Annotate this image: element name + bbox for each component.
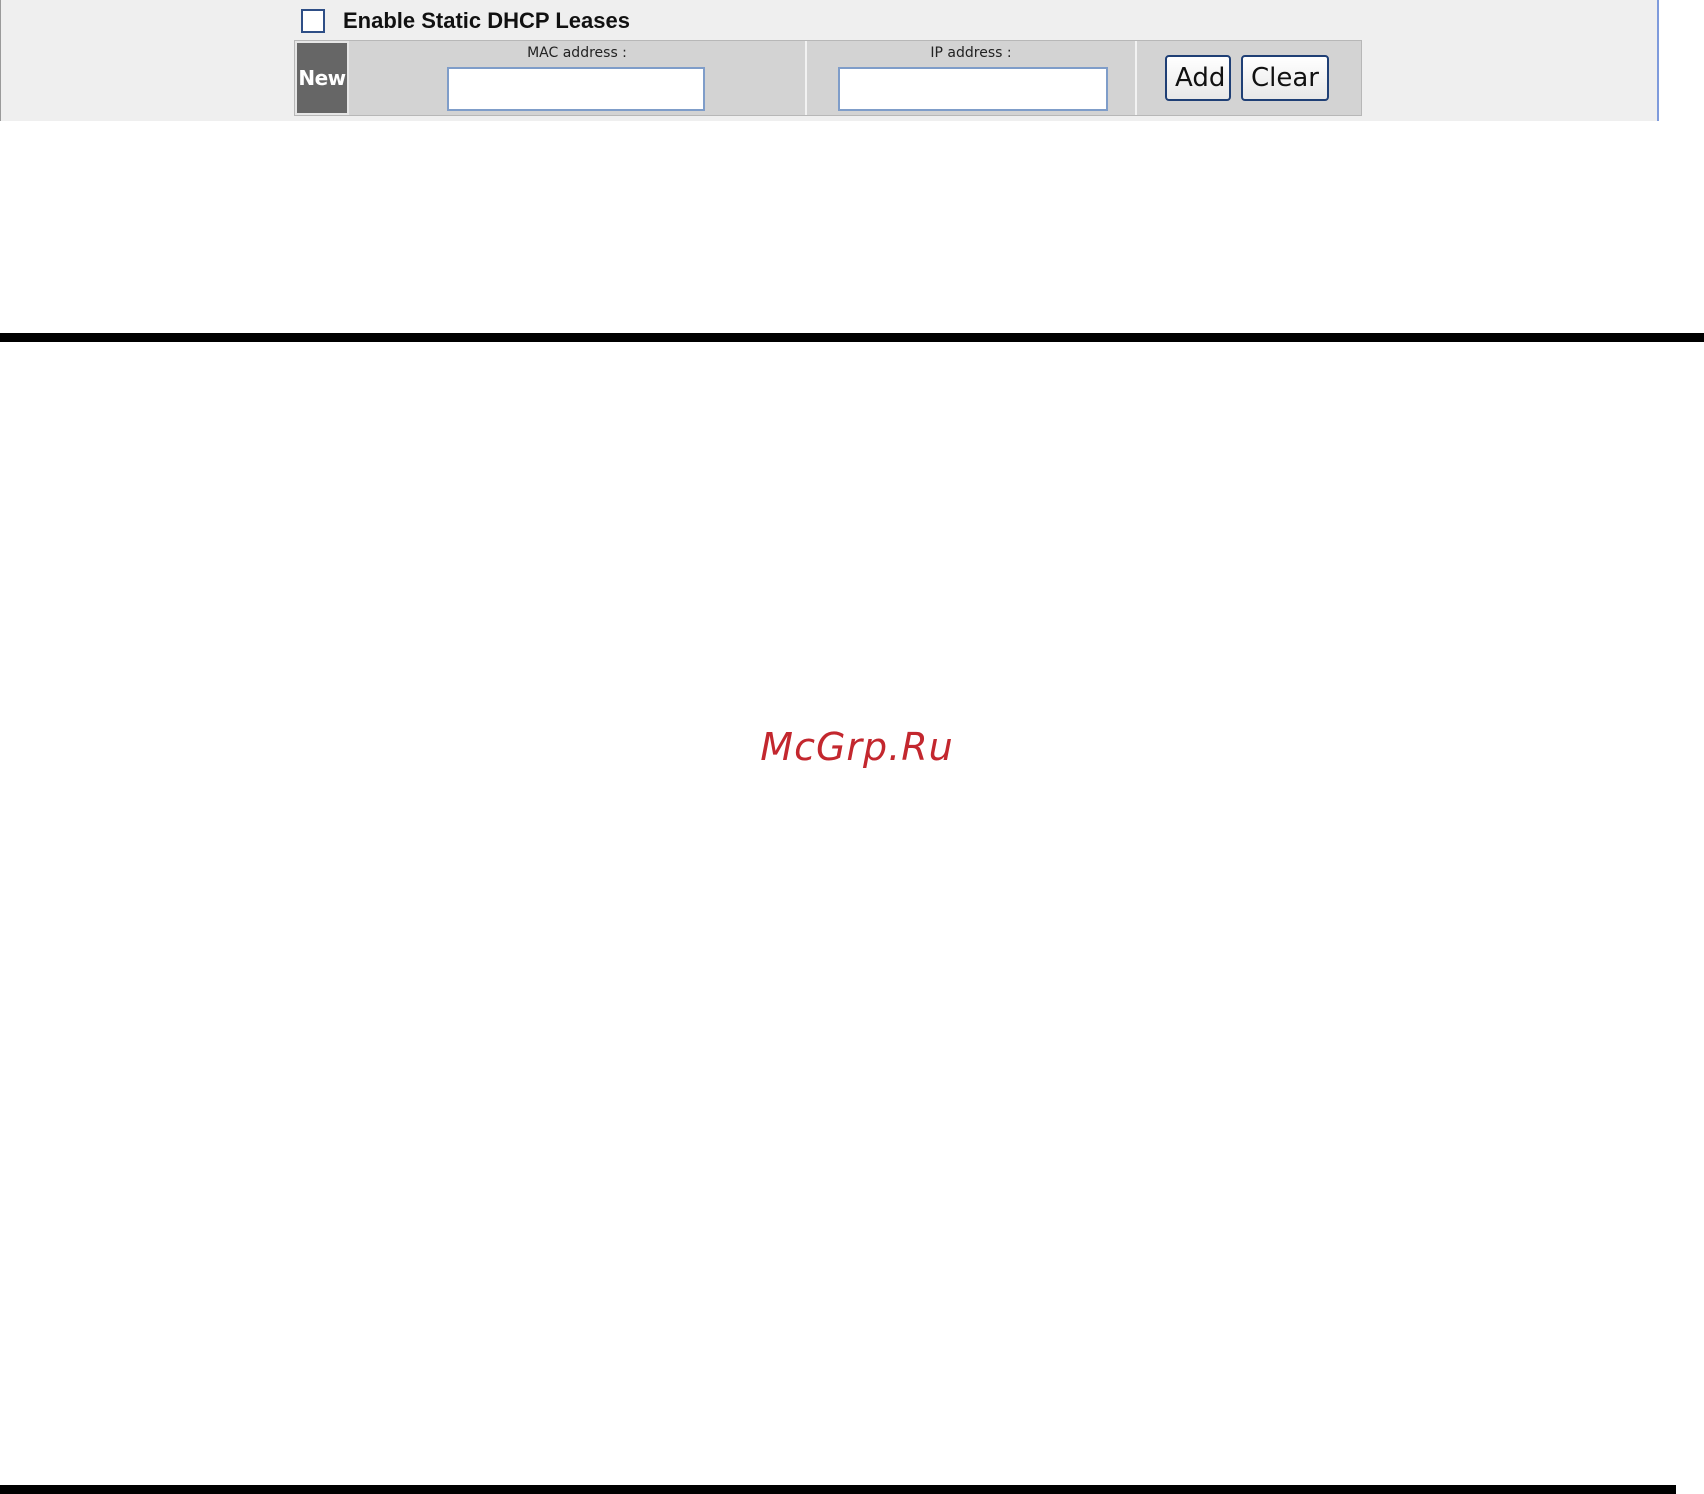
mac-address-label: MAC address : — [527, 45, 627, 61]
static-dhcp-panel: Enable Static DHCP Leases New MAC addres… — [0, 0, 1659, 121]
new-lease-cell: New — [295, 41, 349, 115]
clear-button[interactable]: Clear — [1241, 55, 1329, 101]
enable-static-dhcp-checkbox[interactable] — [301, 9, 325, 33]
mac-address-input[interactable] — [447, 67, 705, 111]
enable-static-dhcp-row: Enable Static DHCP Leases — [301, 6, 630, 36]
mac-address-cell: MAC address : — [349, 41, 807, 115]
ip-address-input[interactable] — [838, 67, 1108, 111]
watermark-text: McGrp.Ru — [760, 725, 954, 769]
ip-address-label: IP address : — [930, 45, 1012, 61]
static-lease-entry-table: New MAC address : IP address : Add Clear — [294, 40, 1362, 116]
page-divider-bottom — [0, 1485, 1676, 1494]
add-button[interactable]: Add — [1165, 55, 1231, 101]
page-divider-top — [0, 333, 1704, 342]
new-label: New — [298, 66, 346, 90]
lease-actions-cell: Add Clear — [1137, 41, 1361, 115]
ip-address-cell: IP address : — [807, 41, 1137, 115]
enable-static-dhcp-label: Enable Static DHCP Leases — [343, 8, 630, 33]
